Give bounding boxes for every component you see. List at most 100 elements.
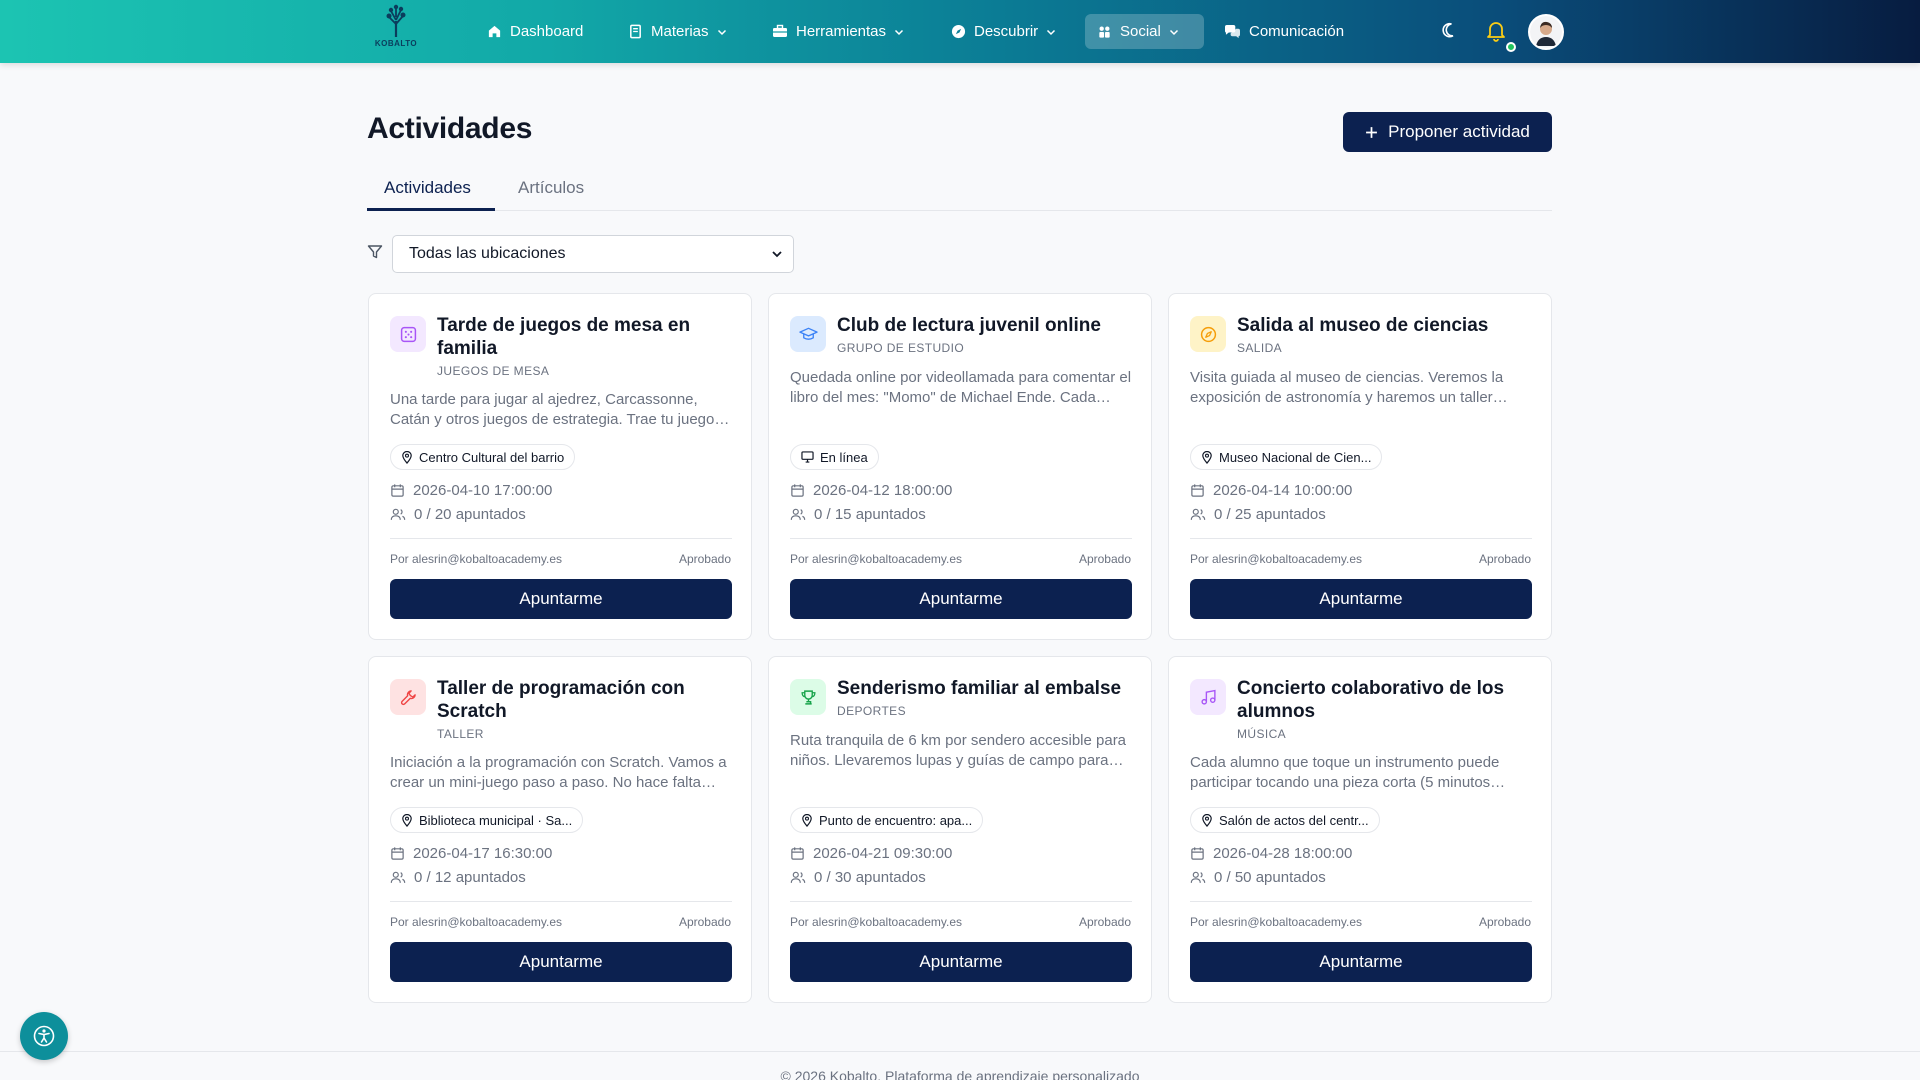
date-row: 2026-04-28 18:00:00 bbox=[1190, 845, 1352, 862]
online-status-dot bbox=[1506, 42, 1516, 52]
map-pin-icon bbox=[402, 813, 412, 827]
top-navbar: KOBALTO Dashboard Materias Herramientas … bbox=[0, 0, 1920, 63]
moon-icon bbox=[1442, 22, 1454, 38]
activity-date: 2026-04-14 10:00:00 bbox=[1213, 482, 1353, 499]
tab-bar: Actividades Artículos bbox=[367, 172, 1552, 211]
location-filter-select[interactable]: Todas las ubicaciones bbox=[392, 235, 794, 273]
page-title: Actividades bbox=[367, 112, 533, 145]
activity-status: Aprobado bbox=[1078, 915, 1131, 929]
activity-signups: 0 / 25 apuntados bbox=[1214, 506, 1326, 523]
music-icon bbox=[1200, 689, 1216, 705]
users-icon bbox=[790, 871, 806, 883]
activity-date: 2026-04-21 09:30:00 bbox=[813, 845, 953, 862]
date-row: 2026-04-10 17:00:00 bbox=[390, 482, 552, 499]
activity-card: Tarde de juegos de mesa en familia Juego… bbox=[368, 293, 752, 640]
chevron-down-icon bbox=[772, 251, 782, 258]
location-text: Salón de actos del centr... bbox=[1219, 812, 1369, 828]
chevron-down-icon bbox=[717, 29, 726, 35]
theme-toggle-button[interactable] bbox=[1434, 14, 1468, 48]
activity-title: Taller de programación con Scratch bbox=[437, 678, 685, 722]
nav-label: Descubrir bbox=[974, 23, 1039, 40]
activity-signups: 0 / 50 apuntados bbox=[1214, 869, 1326, 886]
activity-card: Concierto colaborativo de los alumnos Mú… bbox=[1168, 656, 1552, 1003]
logo-wordmark: KOBALTO bbox=[374, 39, 418, 48]
location-chip: En línea bbox=[790, 444, 879, 470]
activity-title: Tarde de juegos de mesa en familia bbox=[437, 315, 691, 359]
accessibility-button[interactable] bbox=[20, 1012, 68, 1060]
tab-articulos[interactable]: Artículos bbox=[518, 178, 584, 198]
users-icon bbox=[390, 508, 406, 520]
card-divider bbox=[790, 538, 1132, 539]
activity-date: 2026-04-17 16:30:00 bbox=[413, 845, 553, 862]
nav-label: Herramientas bbox=[796, 23, 887, 40]
wrench-icon bbox=[400, 689, 416, 705]
propose-activity-button[interactable]: Proponer actividad bbox=[1343, 112, 1552, 152]
graduation-cap-icon bbox=[798, 327, 818, 340]
activity-status: Aprobado bbox=[678, 552, 731, 566]
users-icon bbox=[1190, 871, 1206, 883]
activity-title: Senderismo familiar al embalse bbox=[837, 678, 1122, 699]
category-icon-box bbox=[390, 679, 426, 715]
nav-label: Materias bbox=[651, 23, 709, 40]
nav-label: Social bbox=[1120, 23, 1161, 40]
tab-actividades[interactable]: Actividades bbox=[384, 178, 471, 198]
nav-materias[interactable]: Materias bbox=[616, 14, 739, 49]
category-icon-box bbox=[1190, 679, 1226, 715]
map-pin-icon bbox=[802, 813, 812, 827]
calendar-icon bbox=[391, 847, 404, 860]
join-button[interactable]: Apuntarme bbox=[390, 579, 732, 619]
card-divider bbox=[790, 901, 1132, 902]
plus-icon bbox=[1366, 126, 1378, 138]
date-row: 2026-04-17 16:30:00 bbox=[390, 845, 552, 862]
join-button[interactable]: Apuntarme bbox=[1190, 942, 1532, 982]
nav-descubrir[interactable]: Descubrir bbox=[939, 14, 1068, 49]
activity-description: Quedada online por videollamada para com… bbox=[790, 369, 1132, 406]
activity-card: Senderismo familiar al embalse Deportes … bbox=[768, 656, 1152, 1003]
join-button[interactable]: Apuntarme bbox=[1190, 579, 1532, 619]
user-avatar[interactable] bbox=[1528, 14, 1564, 50]
bell-icon bbox=[1487, 22, 1505, 42]
activity-signups: 0 / 15 apuntados bbox=[814, 506, 926, 523]
category-icon-box bbox=[790, 316, 826, 352]
activity-category: Salida bbox=[1237, 341, 1283, 355]
activity-description: Ruta tranquila de 6 km por sendero acces… bbox=[790, 732, 1127, 769]
accessibility-icon bbox=[33, 1025, 55, 1047]
location-chip: Salón de actos del centr... bbox=[1190, 807, 1380, 833]
activity-title: Club de lectura juvenil online bbox=[837, 315, 1101, 336]
kobalto-logo[interactable]: KOBALTO bbox=[370, 4, 422, 54]
map-pin-icon bbox=[402, 450, 412, 464]
card-divider bbox=[390, 538, 732, 539]
toolbox-icon bbox=[773, 24, 787, 37]
activity-description: Visita guiada al museo de ciencias. Vere… bbox=[1190, 369, 1504, 406]
activity-signups: 0 / 12 apuntados bbox=[414, 869, 526, 886]
map-pin-icon bbox=[1202, 813, 1212, 827]
activity-date: 2026-04-10 17:00:00 bbox=[413, 482, 553, 499]
people-icon bbox=[1099, 26, 1110, 38]
location-text: Museo Nacional de Cien... bbox=[1219, 449, 1372, 465]
join-button[interactable]: Apuntarme bbox=[790, 942, 1132, 982]
activity-status: Aprobado bbox=[678, 915, 731, 929]
users-icon bbox=[390, 871, 406, 883]
trophy-icon bbox=[800, 689, 816, 705]
nav-comunicacion[interactable]: Comunicación bbox=[1212, 14, 1356, 49]
map-pin-icon bbox=[1202, 450, 1212, 464]
category-icon-box bbox=[390, 316, 426, 352]
location-chip: Centro Cultural del barrio bbox=[390, 444, 576, 470]
category-icon-box bbox=[790, 679, 826, 715]
users-icon bbox=[1190, 508, 1206, 520]
nav-dashboard[interactable]: Dashboard bbox=[475, 14, 595, 49]
signups-row: 0 / 12 apuntados bbox=[390, 869, 526, 886]
filter-icon bbox=[367, 245, 383, 259]
join-button[interactable]: Apuntarme bbox=[390, 942, 732, 982]
nav-social[interactable]: Social bbox=[1085, 14, 1204, 49]
date-row: 2026-04-14 10:00:00 bbox=[1190, 482, 1352, 499]
activity-card: Club de lectura juvenil online Grupo de … bbox=[768, 293, 1152, 640]
nav-herramientas[interactable]: Herramientas bbox=[760, 14, 916, 49]
join-button[interactable]: Apuntarme bbox=[790, 579, 1132, 619]
activity-description: Cada alumno que toque un instrumento pue… bbox=[1190, 754, 1500, 791]
location-text: Punto de encuentro: apa... bbox=[819, 812, 973, 828]
activity-author: Por alesrin@kobaltoacademy.es bbox=[390, 915, 563, 929]
activity-signups: 0 / 20 apuntados bbox=[414, 506, 526, 523]
signups-row: 0 / 20 apuntados bbox=[390, 506, 526, 523]
card-divider bbox=[1190, 901, 1532, 902]
